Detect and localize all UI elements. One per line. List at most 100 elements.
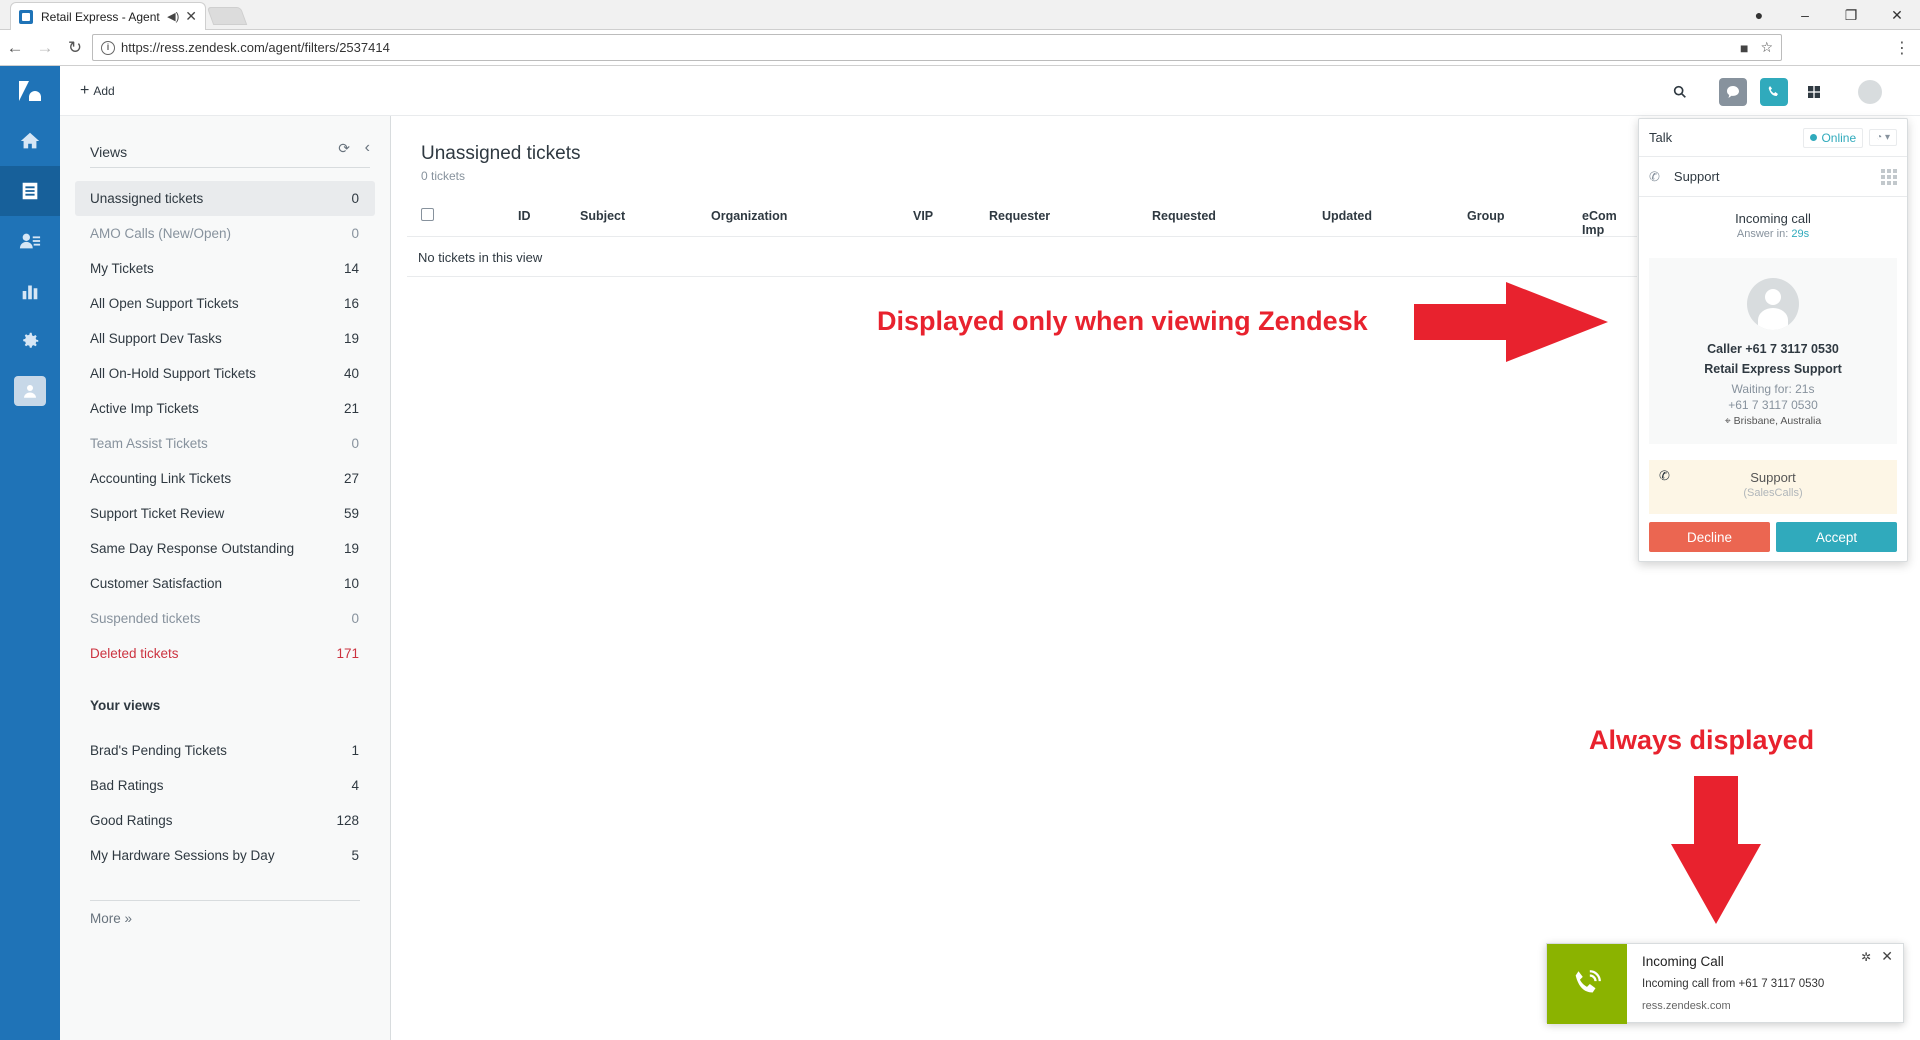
view-item[interactable]: AMO Calls (New/Open) 0 xyxy=(75,216,375,251)
view-item[interactable]: All Support Dev Tasks 19 xyxy=(75,321,375,356)
queue-name: Support xyxy=(1750,470,1796,485)
empty-state: No tickets in this view xyxy=(407,237,1637,277)
restore-icon[interactable]: ❐ xyxy=(1828,7,1874,24)
bookmark-star-icon[interactable]: ☆ xyxy=(1760,39,1773,56)
view-item[interactable]: All Open Support Tickets 16 xyxy=(75,286,375,321)
url-input[interactable]: i https://ress.zendesk.com/agent/filters… xyxy=(92,34,1782,61)
avatar-icon xyxy=(1858,80,1882,104)
your-views-list: Brad's Pending Tickets 1 Bad Ratings 4 Goo… xyxy=(75,733,375,873)
location-pin-icon: ⌖ xyxy=(1724,415,1734,427)
column-subject[interactable]: Subject xyxy=(580,209,625,223)
views-header: Views ⟳ ‹ xyxy=(90,139,370,168)
nav-admin[interactable] xyxy=(0,316,60,366)
column-requested[interactable]: Requested xyxy=(1152,209,1216,223)
info-icon[interactable]: i xyxy=(101,40,115,55)
select-all-checkbox[interactable] xyxy=(421,208,434,221)
keypad-icon[interactable] xyxy=(1881,168,1897,185)
nav-views[interactable] xyxy=(0,166,60,216)
column-ecom-imp[interactable]: eCom Imp xyxy=(1582,209,1637,237)
nav-customers[interactable] xyxy=(0,216,60,266)
view-item[interactable]: My Tickets 14 xyxy=(75,251,375,286)
column-requester[interactable]: Requester xyxy=(989,209,1050,223)
queue-subtitle: (SalesCalls) xyxy=(1743,487,1803,499)
minimize-icon[interactable]: – xyxy=(1782,7,1828,23)
close-window-icon[interactable]: ✕ xyxy=(1874,7,1920,24)
view-item-deleted[interactable]: Deleted tickets 171 xyxy=(75,636,375,671)
chevron-left-icon[interactable]: ‹ xyxy=(365,139,370,157)
apps-button[interactable] xyxy=(1800,78,1828,106)
profile-icon[interactable]: ● xyxy=(1736,7,1782,23)
incoming-call-notification[interactable]: Incoming Call Incoming call from +61 7 3… xyxy=(1546,943,1904,1024)
chat-icon xyxy=(1727,86,1739,98)
arrow-right-icon xyxy=(1414,282,1608,362)
view-item[interactable]: Team Assist Tickets 0 xyxy=(75,426,375,461)
new-tab-button[interactable] xyxy=(206,7,248,25)
speaker-icon[interactable]: ◀) xyxy=(167,10,179,23)
view-item[interactable]: Unassigned tickets 0 xyxy=(75,181,375,216)
nav-app[interactable] xyxy=(0,366,60,416)
caller-company: Retail Express Support xyxy=(1704,362,1842,376)
status-selector[interactable]: Online xyxy=(1803,127,1864,148)
views-icon xyxy=(22,182,38,200)
chat-button[interactable] xyxy=(1719,78,1747,106)
close-icon[interactable]: ✕ xyxy=(1881,948,1893,965)
view-item[interactable]: Accounting Link Tickets 27 xyxy=(75,461,375,496)
home-icon xyxy=(20,132,40,149)
talk-options-dropdown[interactable]: ◔ ▾ xyxy=(1869,129,1897,146)
caller-location: ⌖ Brisbane, Australia xyxy=(1724,415,1822,427)
forward-icon[interactable]: → xyxy=(30,38,60,58)
reload-icon[interactable]: ↻ xyxy=(60,38,90,58)
url-text: https://ress.zendesk.com/agent/filters/2… xyxy=(121,40,390,55)
accept-button[interactable]: Accept xyxy=(1776,522,1897,552)
add-button[interactable]: + Add xyxy=(80,82,115,100)
browser-tab[interactable]: Retail Express - Agent ◀) ✕ xyxy=(10,2,206,30)
talk-button[interactable] xyxy=(1760,78,1788,106)
column-organization[interactable]: Organization xyxy=(711,209,787,223)
column-id[interactable]: ID xyxy=(518,209,531,223)
view-item[interactable]: Customer Satisfaction 10 xyxy=(75,566,375,601)
talk-title: Talk xyxy=(1649,130,1673,145)
refresh-icon[interactable]: ⟳ xyxy=(338,140,350,157)
browser-menu-icon[interactable]: ⋮ xyxy=(1894,38,1910,58)
view-item[interactable]: Brad's Pending Tickets 1 xyxy=(75,733,375,768)
waiting-time: Waiting for: 21s xyxy=(1731,382,1815,396)
view-item[interactable]: Support Ticket Review 59 xyxy=(75,496,375,531)
back-icon[interactable]: ← xyxy=(0,38,30,58)
apps-grid-icon xyxy=(1808,86,1820,98)
view-item[interactable]: Bad Ratings 4 xyxy=(75,768,375,803)
caller-number: Caller +61 7 3117 0530 xyxy=(1707,342,1839,356)
top-header: + Add xyxy=(60,66,1920,116)
gear-icon[interactable]: ✲ xyxy=(1861,950,1871,964)
ticket-count: 0 tickets xyxy=(421,169,466,183)
talk-line-selector[interactable]: ✆ Support xyxy=(1639,157,1907,197)
camera-icon[interactable]: ■ xyxy=(1740,40,1748,56)
decline-button[interactable]: Decline xyxy=(1649,522,1770,552)
views-title: Views xyxy=(90,144,128,160)
view-item[interactable]: Suspended tickets 0 xyxy=(75,601,375,636)
close-tab-icon[interactable]: ✕ xyxy=(185,8,197,25)
view-item[interactable]: Same Day Response Outstanding 19 xyxy=(75,531,375,566)
view-item[interactable]: All On-Hold Support Tickets 40 xyxy=(75,356,375,391)
caller-avatar-icon xyxy=(1747,278,1799,330)
talk-panel: Talk Online ◔ ▾ ✆ Support Incoming call … xyxy=(1638,118,1908,562)
search-button[interactable] xyxy=(1666,78,1694,106)
column-group[interactable]: Group xyxy=(1467,209,1505,223)
call-actions: Decline Accept xyxy=(1649,522,1897,552)
nav-reporting[interactable] xyxy=(0,266,60,316)
column-vip[interactable]: VIP xyxy=(913,209,933,223)
online-dot-icon xyxy=(1810,134,1818,141)
user-avatar[interactable] xyxy=(1856,78,1884,106)
nav-home[interactable] xyxy=(0,116,60,166)
view-item[interactable]: My Hardware Sessions by Day 5 xyxy=(75,838,375,873)
view-item[interactable]: Active Imp Tickets 21 xyxy=(75,391,375,426)
product-nav xyxy=(0,66,60,1040)
notification-body: Incoming call from +61 7 3117 0530 xyxy=(1642,978,1825,990)
more-views-link[interactable]: More » xyxy=(90,911,132,926)
table-header: ID Subject Organization VIP Requester Re… xyxy=(407,205,1637,237)
your-views-title: Your views xyxy=(90,698,161,713)
zendesk-logo-icon[interactable] xyxy=(0,66,60,116)
notification-title: Incoming Call xyxy=(1642,954,1724,969)
view-item[interactable]: Good Ratings 128 xyxy=(75,803,375,838)
column-updated[interactable]: Updated xyxy=(1322,209,1372,223)
search-icon xyxy=(1673,85,1686,98)
